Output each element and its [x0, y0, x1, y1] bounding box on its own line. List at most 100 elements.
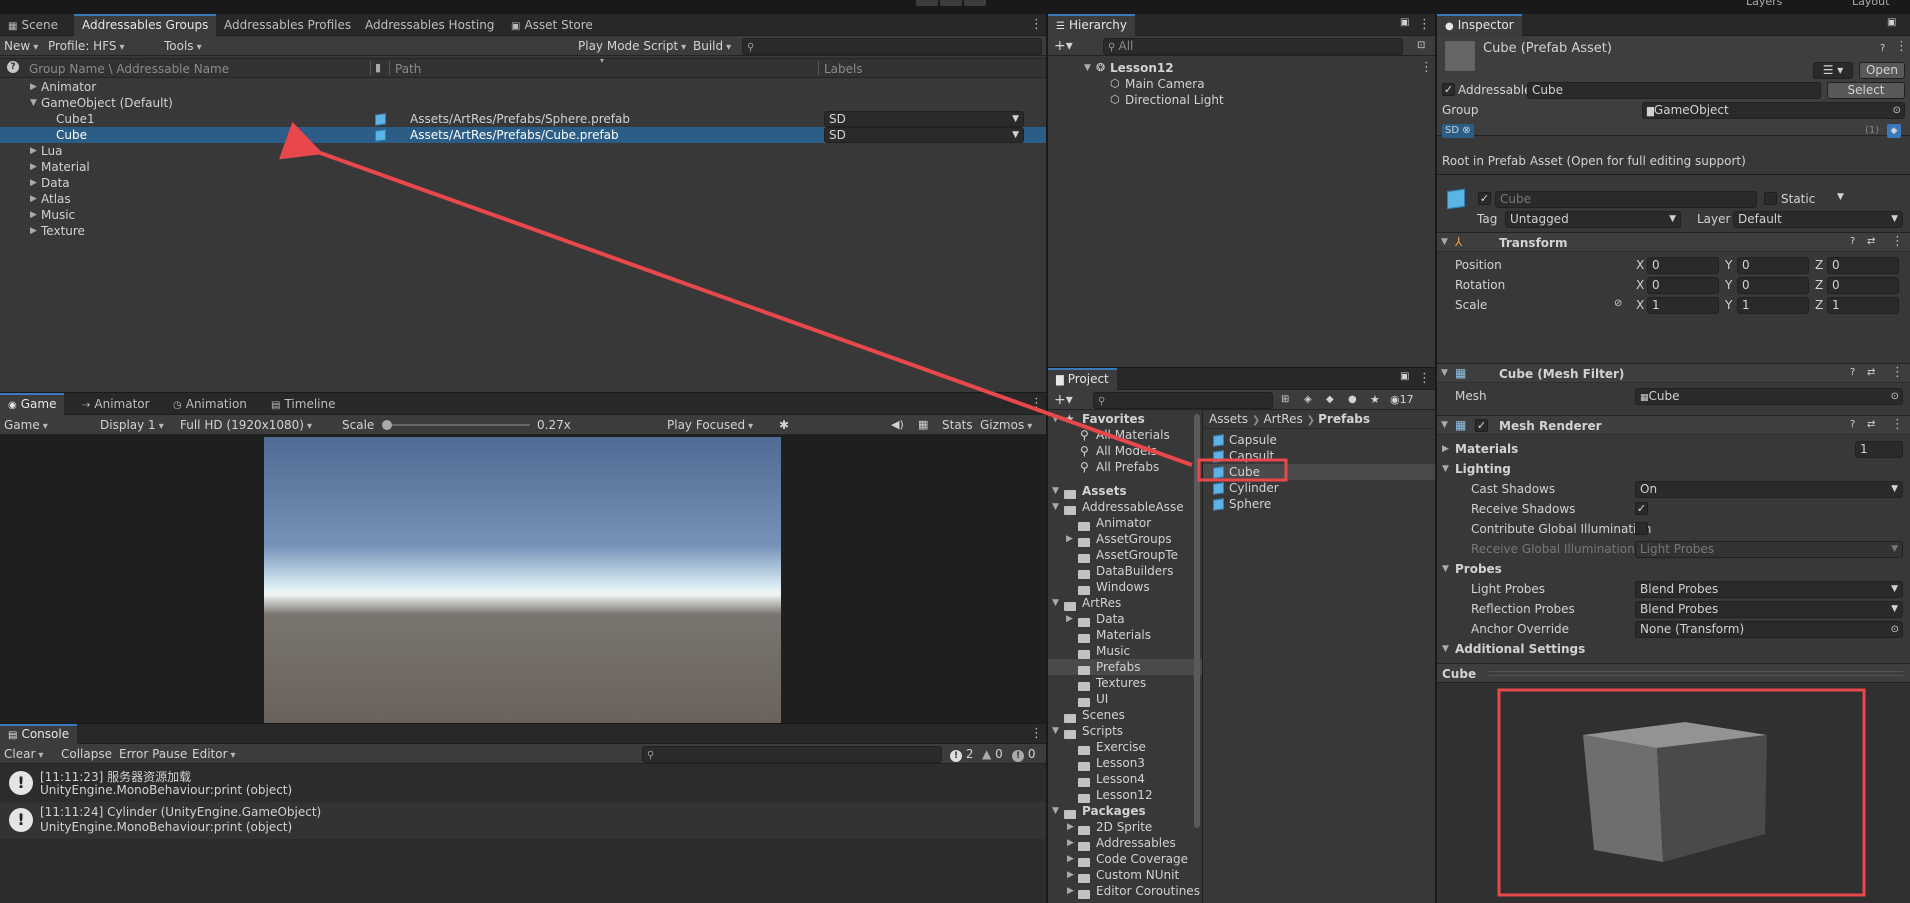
folder-item[interactable]: DataBuilders [1048, 563, 1202, 579]
build-dropdown[interactable]: Build [693, 36, 731, 56]
addressable-checkbox[interactable]: ✓ [1442, 83, 1455, 96]
more-options-icon[interactable]: ⋮ [1895, 39, 1908, 54]
scale-y-input[interactable]: 1 [1737, 297, 1809, 314]
materials-count-input[interactable]: 1 [1855, 441, 1903, 458]
preview-drag-handle[interactable] [1489, 671, 1903, 676]
lock-icon[interactable]: ▣ [1400, 17, 1409, 28]
new-dropdown[interactable]: New [4, 36, 38, 56]
scene-row-lesson12[interactable]: ▼ ❂ Lesson12 ⋮ [1048, 60, 1435, 76]
hierarchy-search-input[interactable]: ⚲ All [1103, 38, 1403, 55]
more-options-icon[interactable]: ⋮ [1030, 396, 1043, 411]
hierarchy-item-main-camera[interactable]: ⬡ Main Camera [1048, 76, 1435, 92]
group-row-gameobject[interactable]: ▼ GameObject (Default) [0, 95, 1046, 111]
folder-item[interactable]: Lesson12 [1048, 787, 1202, 803]
help-icon[interactable]: ? [1850, 236, 1855, 247]
more-options-icon[interactable]: ⋮ [1891, 417, 1904, 432]
add-icon[interactable]: +▾ [1054, 390, 1073, 410]
mesh-preview[interactable] [1437, 684, 1910, 903]
folder-item[interactable]: ▶ Data [1048, 611, 1202, 627]
package-item[interactable]: ▶ Addressables [1048, 835, 1202, 851]
cast-shadows-dropdown[interactable]: On ▼ [1635, 481, 1903, 498]
rotation-x-input[interactable]: 0 [1647, 277, 1719, 294]
more-options-icon[interactable]: ⋮ [1420, 60, 1433, 76]
collapse-arrow-icon[interactable]: ▼ [1441, 237, 1448, 247]
expand-arrow-icon[interactable]: ▶ [1066, 611, 1073, 627]
more-options-icon[interactable]: ⋮ [1891, 234, 1904, 249]
collapse-arrow-icon[interactable]: ▼ [1052, 723, 1059, 739]
folder-item-selected[interactable]: Prefabs [1048, 659, 1202, 675]
tab-console[interactable]: ▤ Console [0, 724, 78, 744]
preview-header[interactable]: Cube [1437, 663, 1910, 683]
expand-arrow-icon[interactable]: ▶ [1066, 531, 1073, 547]
warning-count-toggle[interactable]: ▲ 0 [982, 744, 1003, 764]
lock-icon[interactable]: ▣ [1887, 17, 1896, 28]
label-icon[interactable]: ◆ [1326, 390, 1334, 410]
tag-dropdown[interactable]: Untagged ▼ [1505, 211, 1681, 228]
tab-project[interactable]: ▇ Project [1048, 368, 1117, 390]
help-icon[interactable]: ? [7, 61, 19, 73]
folder-item[interactable]: ▼ ArtRes [1048, 595, 1202, 611]
hierarchy-item-directional-light[interactable]: ⬡ Directional Light [1048, 92, 1435, 108]
group-row-lua[interactable]: ▶ Lua [0, 143, 1046, 159]
receive-shadows-checkbox[interactable]: ✓ [1635, 502, 1648, 515]
file-item-selected[interactable]: Cube [1203, 464, 1435, 480]
scale-z-input[interactable]: 1 [1827, 297, 1899, 314]
constrain-proportions-icon[interactable]: ⊘ [1614, 298, 1622, 309]
collapse-arrow-icon[interactable]: ▼ [1052, 595, 1059, 611]
more-options-icon[interactable]: ⋮ [1891, 365, 1904, 380]
console-search-input[interactable]: ⚲ [642, 746, 942, 763]
scale-x-input[interactable]: 1 [1647, 297, 1719, 314]
breadcrumb-prefabs[interactable]: Prefabs [1318, 412, 1370, 426]
column-group-name[interactable]: Group Name \ Addressable Name [29, 62, 229, 76]
open-button[interactable]: Open [1859, 62, 1905, 79]
tools-dropdown[interactable]: Tools [164, 36, 202, 56]
position-z-input[interactable]: 0 [1827, 257, 1899, 274]
light-probes-dropdown[interactable]: Blend Probes ▼ [1635, 581, 1903, 598]
folder-item[interactable]: Windows [1048, 579, 1202, 595]
preset-icon[interactable]: ⇄ [1867, 367, 1875, 378]
package-item[interactable]: ▶ Editor Coroutines [1048, 883, 1202, 899]
tab-addressables-profiles[interactable]: Addressables Profiles [216, 14, 359, 36]
addressable-name-input[interactable]: Cube [1527, 82, 1821, 99]
rotation-y-input[interactable]: 0 [1737, 277, 1809, 294]
collapse-arrow-icon[interactable]: ▼ [1442, 644, 1449, 654]
folder-item[interactable]: Exercise [1048, 739, 1202, 755]
active-checkbox[interactable]: ✓ [1478, 192, 1491, 205]
folder-item[interactable]: ▼ Scripts [1048, 723, 1202, 739]
collapse-arrow-icon[interactable]: ▼ [1084, 60, 1091, 76]
project-search-input[interactable]: ⚲ [1093, 392, 1273, 409]
expand-arrow-icon[interactable]: ▶ [30, 191, 37, 207]
game-view-dropdown[interactable]: Game [4, 415, 88, 435]
folder-item[interactable]: Textures [1048, 675, 1202, 691]
position-y-input[interactable]: 0 [1737, 257, 1809, 274]
folder-item[interactable]: Music [1048, 643, 1202, 659]
help-icon[interactable]: ? [1880, 43, 1885, 54]
more-options-icon[interactable]: ⋮ [1030, 726, 1043, 741]
tab-asset-store[interactable]: ▣ Asset Store [503, 14, 601, 36]
collapse-arrow-icon[interactable]: ▼ [1052, 803, 1059, 819]
expand-arrow-icon[interactable]: ▶ [30, 159, 37, 175]
collapse-arrow-icon[interactable]: ▼ [1052, 499, 1059, 515]
lock-icon[interactable]: ▣ [1400, 371, 1409, 382]
expand-arrow-icon[interactable]: ▶ [1067, 819, 1074, 835]
reflection-probes-dropdown[interactable]: Blend Probes ▼ [1635, 601, 1903, 618]
group-row-animator[interactable]: ▶ Animator [0, 79, 1046, 95]
folder-item[interactable]: Scenes [1048, 707, 1202, 723]
favorite-item[interactable]: ⚲ All Materials [1048, 427, 1202, 443]
preset-icon[interactable]: ⇄ [1867, 419, 1875, 430]
add-icon[interactable]: +▾ [1054, 36, 1073, 56]
layout-dropdown[interactable]: Layout [1852, 0, 1889, 8]
group-row-data[interactable]: ▶ Data [0, 175, 1046, 191]
folder-item[interactable]: UI [1048, 691, 1202, 707]
folder-item[interactable]: Lesson4 [1048, 771, 1202, 787]
step-button[interactable] [964, 0, 986, 6]
scale-slider-handle[interactable] [382, 420, 392, 430]
play-button[interactable] [916, 0, 938, 6]
select-button[interactable]: Select [1827, 82, 1905, 99]
favorites-header[interactable]: ▼ ★ Favorites [1048, 411, 1202, 427]
rotation-z-input[interactable]: 0 [1827, 277, 1899, 294]
column-labels[interactable]: Labels [824, 62, 863, 76]
clear-dropdown[interactable]: Clear [4, 744, 43, 764]
search-by-type-icon[interactable]: ⊞ [1281, 390, 1289, 410]
close-icon[interactable]: ⊗ [1462, 125, 1470, 136]
